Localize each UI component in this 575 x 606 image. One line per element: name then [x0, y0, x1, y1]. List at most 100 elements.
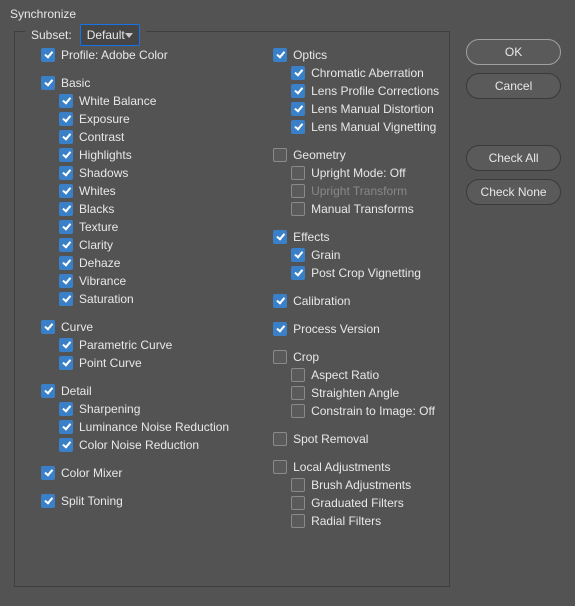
checkbox-exposure[interactable] [59, 112, 73, 126]
subset-select[interactable]: Default [80, 24, 140, 46]
option-label[interactable]: Brush Adjustments [311, 478, 411, 492]
check-none-button[interactable]: Check None [466, 179, 561, 205]
checkbox-calibration[interactable] [273, 294, 287, 308]
option-label[interactable]: Upright Mode: Off [311, 166, 406, 180]
checkbox-graduated-filters[interactable] [291, 496, 305, 510]
option-label[interactable]: Dehaze [79, 256, 120, 270]
checkbox-brush-adjustments[interactable] [291, 478, 305, 492]
checkbox-color-noise-reduction[interactable] [59, 438, 73, 452]
option-label[interactable]: Split Toning [61, 494, 123, 508]
checkbox-geometry[interactable] [273, 148, 287, 162]
checkbox-vibrance[interactable] [59, 274, 73, 288]
checkbox-white-balance[interactable] [59, 94, 73, 108]
checkbox-dehaze[interactable] [59, 256, 73, 270]
option-label[interactable]: Lens Profile Corrections [311, 84, 439, 98]
checkbox-lens-profile-corrections[interactable] [291, 84, 305, 98]
option-label[interactable]: Basic [61, 76, 90, 90]
checkbox-upright-mode-off[interactable] [291, 166, 305, 180]
checkbox-point-curve[interactable] [59, 356, 73, 370]
option-label[interactable]: Shadows [79, 166, 128, 180]
checkbox-whites[interactable] [59, 184, 73, 198]
option-row: Straighten Angle [257, 384, 439, 402]
option-group-geometry: GeometryUpright Mode: OffUpright Transfo… [257, 146, 439, 218]
checkbox-straighten-angle[interactable] [291, 386, 305, 400]
option-label[interactable]: Detail [61, 384, 92, 398]
checkbox-clarity[interactable] [59, 238, 73, 252]
option-label[interactable]: Profile: Adobe Color [61, 48, 168, 62]
option-row: Optics [257, 46, 439, 64]
checkbox-lens-manual-distortion[interactable] [291, 102, 305, 116]
option-label[interactable]: Radial Filters [311, 514, 381, 528]
option-label[interactable]: Color Noise Reduction [79, 438, 199, 452]
checkbox-contrast[interactable] [59, 130, 73, 144]
option-label[interactable]: Constrain to Image: Off [311, 404, 435, 418]
checkbox-crop[interactable] [273, 350, 287, 364]
option-label[interactable]: Highlights [79, 148, 132, 162]
ok-button[interactable]: OK [466, 39, 561, 65]
option-label[interactable]: Effects [293, 230, 329, 244]
option-label[interactable]: Contrast [79, 130, 124, 144]
checkbox-highlights[interactable] [59, 148, 73, 162]
option-label[interactable]: Parametric Curve [79, 338, 172, 352]
checkbox-shadows[interactable] [59, 166, 73, 180]
checkbox-profile-adobe-color[interactable] [41, 48, 55, 62]
checkbox-color-mixer[interactable] [41, 466, 55, 480]
cancel-button[interactable]: Cancel [466, 73, 561, 99]
checkbox-luminance-noise-reduction[interactable] [59, 420, 73, 434]
checkbox-grain[interactable] [291, 248, 305, 262]
checkbox-detail[interactable] [41, 384, 55, 398]
option-label[interactable]: Clarity [79, 238, 113, 252]
checkbox-curve[interactable] [41, 320, 55, 334]
option-label[interactable]: Manual Transforms [311, 202, 414, 216]
option-label[interactable]: Process Version [293, 322, 380, 336]
option-label[interactable]: Vibrance [79, 274, 126, 288]
option-label[interactable]: Lens Manual Vignetting [311, 120, 436, 134]
option-label[interactable]: Spot Removal [293, 432, 368, 446]
checkbox-post-crop-vignetting[interactable] [291, 266, 305, 280]
checkbox-chromatic-aberration[interactable] [291, 66, 305, 80]
checkbox-radial-filters[interactable] [291, 514, 305, 528]
checkbox-texture[interactable] [59, 220, 73, 234]
option-label[interactable]: Geometry [293, 148, 346, 162]
option-group-effects: Effects Grain Post Crop Vignetting [257, 228, 439, 282]
option-label[interactable]: Graduated Filters [311, 496, 404, 510]
option-label[interactable]: Color Mixer [61, 466, 122, 480]
option-label[interactable]: Whites [79, 184, 116, 198]
check-all-button[interactable]: Check All [466, 145, 561, 171]
option-label[interactable]: Straighten Angle [311, 386, 399, 400]
option-label[interactable]: Lens Manual Distortion [311, 102, 434, 116]
option-label[interactable]: Sharpening [79, 402, 140, 416]
option-label[interactable]: Luminance Noise Reduction [79, 420, 229, 434]
checkbox-basic[interactable] [41, 76, 55, 90]
checkbox-aspect-ratio[interactable] [291, 368, 305, 382]
checkbox-constrain-to-image-off[interactable] [291, 404, 305, 418]
option-label[interactable]: Calibration [293, 294, 350, 308]
option-label[interactable]: Chromatic Aberration [311, 66, 424, 80]
option-label[interactable]: Local Adjustments [293, 460, 390, 474]
option-label[interactable]: Optics [293, 48, 327, 62]
checkbox-local-adjustments[interactable] [273, 460, 287, 474]
checkbox-effects[interactable] [273, 230, 287, 244]
option-label[interactable]: Crop [293, 350, 319, 364]
option-label[interactable]: Saturation [79, 292, 134, 306]
checkbox-spot-removal[interactable] [273, 432, 287, 446]
checkbox-saturation[interactable] [59, 292, 73, 306]
option-label[interactable]: Exposure [79, 112, 130, 126]
option-label[interactable]: Grain [311, 248, 340, 262]
option-label[interactable]: Aspect Ratio [311, 368, 379, 382]
option-label[interactable]: Post Crop Vignetting [311, 266, 421, 280]
checkbox-blacks[interactable] [59, 202, 73, 216]
option-label[interactable]: White Balance [79, 94, 156, 108]
checkbox-optics[interactable] [273, 48, 287, 62]
option-label[interactable]: Blacks [79, 202, 114, 216]
option-label[interactable]: Point Curve [79, 356, 142, 370]
checkbox-process-version[interactable] [273, 322, 287, 336]
checkbox-split-toning[interactable] [41, 494, 55, 508]
checkbox-manual-transforms[interactable] [291, 202, 305, 216]
option-label[interactable]: Curve [61, 320, 93, 334]
option-group-local-adjustments: Local Adjustments Brush Adjustments Gradua… [257, 458, 439, 530]
checkbox-parametric-curve[interactable] [59, 338, 73, 352]
checkbox-lens-manual-vignetting[interactable] [291, 120, 305, 134]
checkbox-sharpening[interactable] [59, 402, 73, 416]
option-label[interactable]: Texture [79, 220, 118, 234]
